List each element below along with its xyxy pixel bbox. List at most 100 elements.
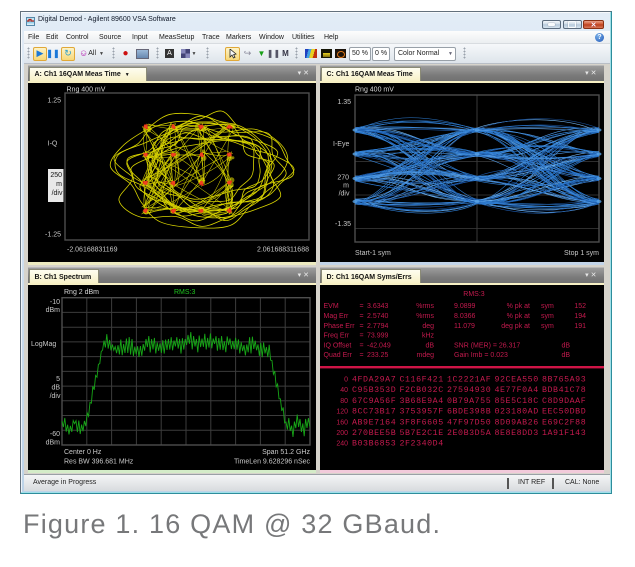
svg-text:-10: -10	[49, 299, 59, 306]
svg-text:2.7794: 2.7794	[367, 323, 389, 330]
svg-text:1.25: 1.25	[47, 97, 61, 104]
svg-text:Stop 1 sym: Stop 1 sym	[563, 250, 598, 257]
svg-text:3B68E9A4: 3B68E9A4	[399, 397, 443, 406]
svg-text:C95B353D: C95B353D	[352, 386, 396, 395]
svg-text:EEC50DBD: EEC50DBD	[542, 408, 586, 417]
svg-text:2.5740: 2.5740	[367, 313, 389, 320]
svg-text:AB9E7164: AB9E7164	[352, 418, 396, 427]
svg-text:Rng 2 dBm: Rng 2 dBm	[64, 289, 99, 296]
svg-text:=: =	[359, 342, 363, 349]
svg-text:sym: sym	[541, 313, 554, 320]
svg-text:80: 80	[340, 398, 348, 405]
svg-text:3753957F: 3753957F	[399, 408, 443, 417]
svg-text:191: 191	[574, 323, 586, 330]
svg-text:11.079: 11.079	[454, 323, 475, 330]
svg-text:5B7E2C1E: 5B7E2C1E	[399, 429, 443, 438]
svg-text:=: =	[359, 352, 363, 359]
svg-text:C116F421: C116F421	[399, 376, 443, 385]
svg-text:%rms: %rms	[416, 303, 434, 310]
svg-text:C8D9DAAF: C8D9DAAF	[542, 397, 586, 406]
svg-text:240: 240	[336, 441, 348, 448]
svg-text:2F2340D4: 2F2340D4	[399, 440, 443, 449]
svg-text:sym: sym	[541, 323, 554, 330]
svg-text:% pk at: % pk at	[506, 303, 529, 310]
svg-text:-42.049: -42.049	[367, 342, 391, 349]
svg-text:-2.06168831169: -2.06168831169	[67, 246, 118, 253]
svg-text:Rng 400 mV: Rng 400 mV	[355, 86, 394, 93]
svg-text:mdeg: mdeg	[416, 352, 434, 359]
svg-text:270: 270	[337, 174, 349, 181]
svg-text:3F8F6605: 3F8F6605	[399, 418, 443, 427]
svg-text:=: =	[359, 303, 363, 310]
svg-text:I-Eye: I-Eye	[333, 141, 349, 148]
svg-text:/div: /div	[51, 190, 62, 197]
svg-text:BDB41C78: BDB41C78	[542, 386, 586, 395]
svg-text:kHz: kHz	[421, 333, 434, 340]
svg-text:-60: -60	[49, 431, 59, 438]
svg-text:dB: dB	[561, 352, 570, 359]
svg-text:=: =	[359, 313, 363, 320]
svg-text:I-Q: I-Q	[47, 140, 57, 147]
svg-text:Quad Err: Quad Err	[323, 352, 352, 359]
svg-text:/div: /div	[338, 190, 349, 197]
svg-text:=: =	[359, 323, 363, 330]
svg-text:152: 152	[574, 303, 586, 310]
svg-text:m: m	[343, 182, 349, 189]
svg-text:RMS:3: RMS:3	[174, 289, 196, 296]
svg-text:40: 40	[340, 387, 348, 394]
svg-text:200: 200	[336, 430, 348, 437]
svg-text:B03B6853: B03B6853	[352, 440, 396, 449]
svg-text:/div: /div	[49, 393, 60, 400]
svg-text:m: m	[56, 181, 62, 188]
svg-text:2E0B3D5A: 2E0B3D5A	[447, 429, 491, 438]
svg-text:0: 0	[344, 377, 348, 384]
svg-text:dB: dB	[425, 342, 434, 349]
svg-text:8.0366: 8.0366	[454, 313, 476, 320]
svg-text:8B765A93: 8B765A93	[542, 376, 586, 385]
svg-text:deg pk at: deg pk at	[501, 323, 530, 330]
svg-text:% pk at: % pk at	[506, 313, 529, 320]
svg-text:RMS:3: RMS:3	[463, 291, 485, 298]
svg-text:Mag Err: Mag Err	[323, 313, 349, 320]
svg-text:5: 5	[56, 376, 60, 383]
svg-text:73.999: 73.999	[367, 333, 389, 340]
svg-text:Freq Err: Freq Err	[323, 333, 349, 340]
svg-text:dBm: dBm	[45, 307, 60, 314]
svg-text:Center 0 Hz: Center 0 Hz	[64, 449, 102, 456]
svg-text:1A91F143: 1A91F143	[542, 429, 586, 438]
svg-text:2.061688311688: 2.061688311688	[256, 246, 308, 253]
svg-text:E69C2F88: E69C2F88	[542, 418, 586, 427]
svg-text:dBm: dBm	[45, 440, 60, 447]
svg-text:LogMag: LogMag	[31, 341, 56, 348]
svg-text:4E77F0A4: 4E77F0A4	[494, 386, 538, 395]
svg-text:F2CB032C: F2CB032C	[399, 386, 443, 395]
svg-text:194: 194	[574, 313, 586, 320]
svg-text:TimeLen 9.628296 nSec: TimeLen 9.628296 nSec	[233, 459, 310, 466]
svg-text:-1.35: -1.35	[335, 221, 351, 228]
svg-text:9.0899: 9.0899	[454, 303, 476, 310]
svg-text:Phase Err: Phase Err	[323, 323, 355, 330]
svg-text:%rms: %rms	[416, 313, 434, 320]
svg-text:Rng 400 mV: Rng 400 mV	[66, 86, 105, 93]
svg-text:120: 120	[336, 409, 348, 416]
svg-text:EVM: EVM	[323, 303, 338, 310]
svg-text:92CEA550: 92CEA550	[494, 376, 538, 385]
svg-text:dB: dB	[51, 385, 60, 392]
svg-text:IQ Offset: IQ Offset	[323, 342, 351, 349]
svg-text:deg: deg	[422, 323, 434, 330]
svg-text:47F97D50: 47F97D50	[447, 418, 491, 427]
svg-text:sym: sym	[541, 303, 554, 310]
svg-text:8E8E8DD3: 8E8E8DD3	[494, 429, 538, 438]
svg-text:023180AD: 023180AD	[494, 408, 538, 417]
svg-text:67C9A56F: 67C9A56F	[352, 397, 396, 406]
svg-text:8D09AB26: 8D09AB26	[494, 418, 538, 427]
svg-text:Gain Imb = 0.023: Gain Imb = 0.023	[454, 352, 508, 359]
svg-text:250: 250	[50, 172, 62, 179]
svg-text:Start-1 sym: Start-1 sym	[355, 250, 391, 257]
svg-text:Span 51.2 GHz: Span 51.2 GHz	[262, 449, 310, 456]
svg-text:27594930: 27594930	[447, 386, 491, 395]
svg-text:3.6343: 3.6343	[367, 303, 389, 310]
svg-text:SNR (MER) = 26.317: SNR (MER) = 26.317	[454, 342, 520, 349]
svg-text:160: 160	[336, 419, 348, 426]
svg-text:6BDE398B: 6BDE398B	[447, 408, 491, 417]
